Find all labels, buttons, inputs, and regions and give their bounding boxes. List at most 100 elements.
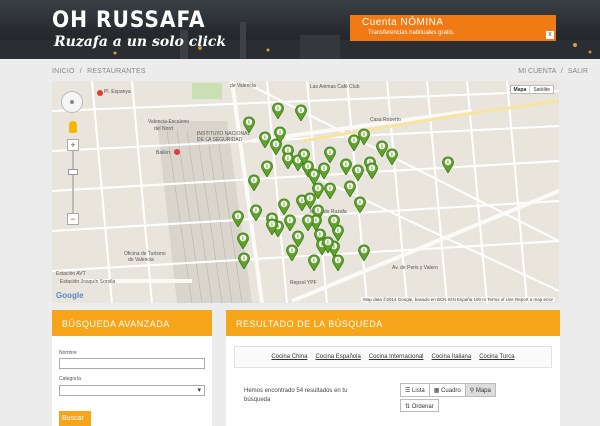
account-links: MI CUENTA / SALIR	[515, 68, 588, 75]
map-label-casa-roberto: Casa Roberto	[370, 117, 401, 123]
restaurant-marker-icon[interactable]: i	[324, 182, 336, 199]
name-input[interactable]	[59, 358, 205, 369]
restaurant-marker-icon[interactable]: i	[250, 204, 262, 221]
results-summary: Hemos encontrado 54 resultados en tu bús…	[244, 387, 368, 405]
restaurant-marker-icon[interactable]: i	[308, 254, 320, 271]
restaurant-marker-icon[interactable]: i	[286, 244, 298, 261]
svg-text:i: i	[363, 248, 365, 254]
cuisine-link-espanola[interactable]: Cocina Española	[315, 354, 360, 360]
order-button[interactable]: ⇅ Ordenar	[400, 399, 439, 412]
restaurant-marker-icon[interactable]: i	[266, 218, 278, 235]
svg-text:i: i	[253, 178, 255, 184]
svg-text:i: i	[357, 168, 359, 174]
pan-control[interactable]	[61, 91, 83, 113]
restaurant-marker-icon[interactable]: i	[243, 116, 255, 133]
account-separator: /	[560, 68, 563, 75]
restaurant-marker-icon[interactable]: i	[261, 160, 273, 177]
map-label-bailen: Bailén	[156, 150, 170, 156]
svg-text:i: i	[297, 234, 299, 240]
restaurant-marker-icon[interactable]: i	[366, 162, 378, 179]
svg-text:i: i	[289, 218, 291, 224]
search-results-title: RESULTADO DE LA BÚSQUEDA	[226, 310, 560, 336]
restaurant-marker-icon[interactable]: i	[295, 104, 307, 121]
pan-center-icon	[70, 100, 74, 104]
restaurant-marker-icon[interactable]: i	[340, 158, 352, 175]
view-grid-button[interactable]: ▦ Cuadro	[428, 383, 466, 397]
svg-text:i: i	[381, 144, 383, 150]
restaurant-marker-icon[interactable]: i	[237, 232, 249, 249]
restaurant-marker-icon[interactable]: i	[274, 126, 286, 143]
zoom-slider-track[interactable]	[72, 151, 74, 213]
restaurant-marker-icon[interactable]: i	[232, 210, 244, 227]
logout-link[interactable]: SALIR	[568, 68, 588, 75]
cuisine-link-italiana[interactable]: Cocina Italiana	[432, 354, 472, 360]
restaurant-map[interactable]: Pl. Espanya Valencia-Escaleno del Nord I…	[52, 81, 559, 303]
svg-text:i: i	[279, 130, 281, 136]
svg-text:i: i	[329, 150, 331, 156]
ad-subtitle: Transferencias habituales gratis.	[368, 30, 455, 36]
advanced-search-panel: BÚSQUEDA AVANZADA Nombre Categoría ▾ Bus…	[52, 310, 212, 426]
site-logo-subtitle: Ruzafa a un solo click	[54, 34, 227, 50]
map-terms-link[interactable]: Terms of Use	[487, 297, 514, 302]
zoom-out-button[interactable]: −	[67, 213, 79, 225]
restaurant-marker-icon[interactable]: i	[298, 148, 310, 165]
site-logo-title[interactable]: OH RUSSAFA	[52, 8, 205, 33]
zoom-slider-knob[interactable]	[68, 169, 78, 175]
restaurant-marker-icon[interactable]: i	[358, 128, 370, 145]
ad-banner[interactable]: Cuenta NÓMINA Transferencias habituales …	[350, 15, 556, 41]
street-view-pegman-icon[interactable]	[69, 121, 77, 133]
restaurant-marker-icon[interactable]: i	[386, 148, 398, 165]
cuisine-link-turca[interactable]: Cocina Turca	[479, 354, 514, 360]
restaurant-marker-icon[interactable]: i	[344, 180, 356, 197]
svg-text:i: i	[287, 156, 289, 162]
map-type-map-button[interactable]: Mapa	[511, 86, 530, 93]
map-type-control: Mapa Satélite	[509, 85, 554, 94]
map-type-satellite-button[interactable]: Satélite	[529, 86, 553, 93]
svg-text:i: i	[277, 106, 279, 112]
category-label: Categoría	[59, 376, 81, 382]
svg-text:i: i	[447, 160, 449, 166]
restaurant-marker-icon[interactable]: i	[318, 162, 330, 179]
restaurant-marker-icon[interactable]: i	[332, 254, 344, 271]
category-select[interactable]: ▾	[59, 385, 205, 396]
map-label-estacion-avt: Estación AVT	[56, 271, 86, 277]
view-list-label: Lista	[412, 388, 425, 394]
restaurant-marker-icon[interactable]: i	[278, 198, 290, 215]
svg-text:i: i	[359, 200, 361, 206]
svg-text:i: i	[391, 152, 393, 158]
restaurant-marker-icon[interactable]: i	[272, 102, 284, 119]
restaurant-marker-icon[interactable]: i	[302, 214, 314, 231]
zoom-control: + −	[67, 139, 79, 227]
restaurant-marker-icon[interactable]: i	[284, 214, 296, 231]
search-button[interactable]: Buscar	[59, 411, 91, 426]
restaurant-marker-icon[interactable]: i	[442, 156, 454, 173]
restaurant-marker-icon[interactable]: i	[352, 164, 364, 181]
name-label: Nombre	[59, 350, 77, 356]
cuisine-filter-list: Cocina China Cocina Española Cocina Inte…	[234, 346, 552, 368]
map-data-text: Map data ©2014 Google, basado en BCN IGN…	[363, 297, 473, 302]
ad-close-icon[interactable]: x	[546, 31, 554, 39]
svg-text:i: i	[371, 166, 373, 172]
view-list-button[interactable]: ☰ Lista	[400, 383, 430, 397]
svg-text:i: i	[307, 218, 309, 224]
breadcrumb-current: RESTAURANTES	[87, 68, 146, 75]
restaurant-marker-icon[interactable]: i	[358, 244, 370, 261]
restaurant-marker-icon[interactable]: i	[248, 174, 260, 191]
cuisine-link-internacional[interactable]: Cocina Internacional	[369, 354, 424, 360]
map-attribution: Map data ©2014 Google, basado en BCN IGN…	[361, 297, 555, 302]
map-report-link[interactable]: Report a map error	[515, 297, 553, 302]
restaurant-marker-icon[interactable]: i	[322, 236, 334, 253]
svg-text:i: i	[301, 198, 303, 204]
breadcrumb-home[interactable]: INICIO	[52, 68, 75, 75]
map-label-pl-espanya: Pl. Espanya	[104, 89, 131, 95]
map-label-del-nord: del Nord	[154, 126, 173, 132]
restaurant-marker-icon[interactable]: i	[324, 146, 336, 163]
my-account-link[interactable]: MI CUENTA	[518, 68, 556, 75]
cuisine-link-china[interactable]: Cocina China	[271, 354, 307, 360]
restaurant-marker-icon[interactable]: i	[328, 214, 340, 231]
zoom-in-button[interactable]: +	[67, 139, 79, 151]
view-map-button[interactable]: ⚲ Mapa	[464, 383, 496, 397]
map-label-valencia-escaleno: Valencia-Escaleno	[148, 119, 190, 125]
restaurant-marker-icon[interactable]: i	[238, 252, 250, 269]
restaurant-marker-icon[interactable]: i	[354, 196, 366, 213]
